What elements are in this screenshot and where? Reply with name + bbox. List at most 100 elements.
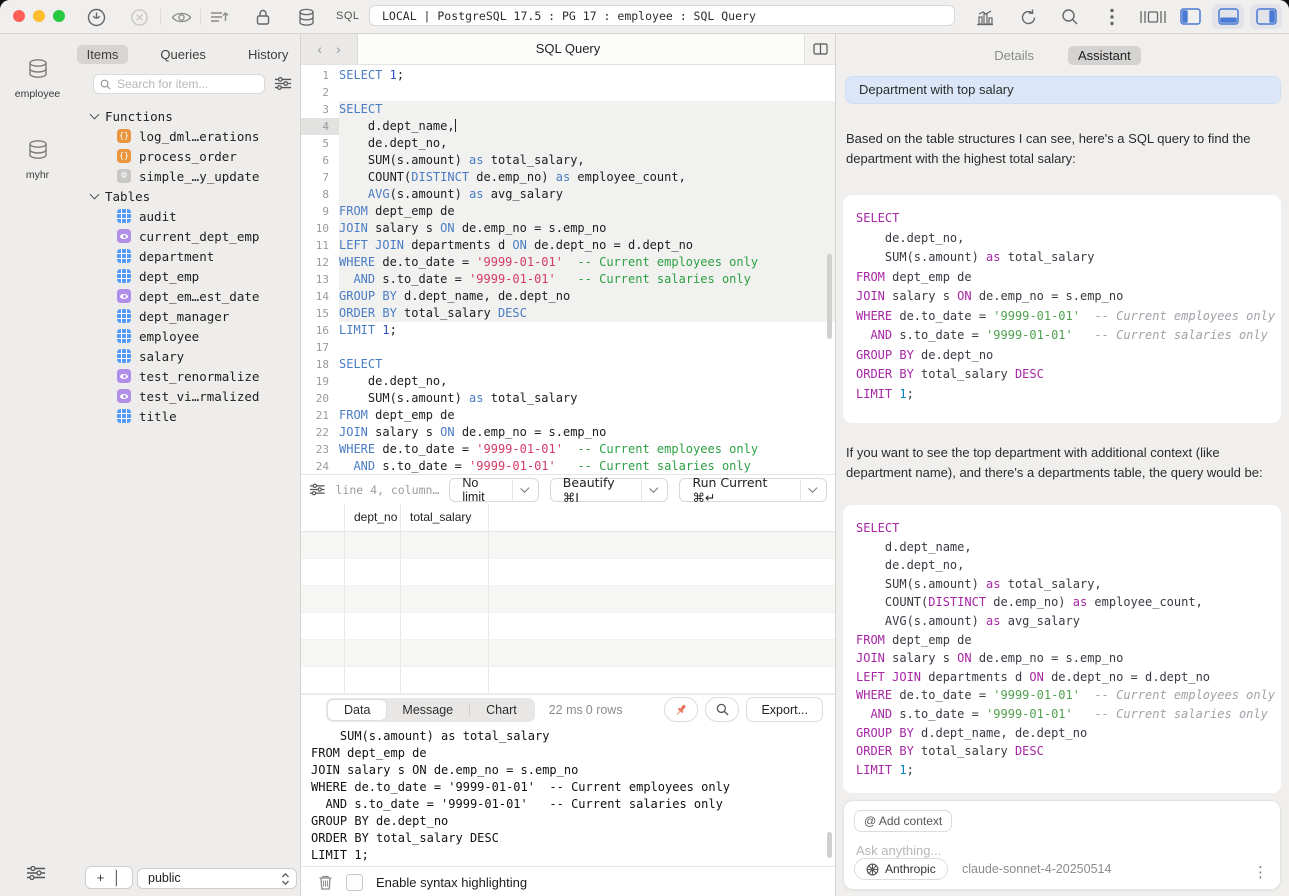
sidebar-item-employee[interactable]: employee xyxy=(75,326,300,346)
result-cell[interactable] xyxy=(489,586,835,612)
pin-result-button[interactable] xyxy=(664,697,698,722)
result-cell[interactable] xyxy=(345,640,401,666)
line-content[interactable]: WHERE de.to_date = '9999-01-01' -- Curre… xyxy=(339,254,835,271)
schema-select[interactable]: public xyxy=(137,868,297,889)
line-content[interactable]: SUM(s.amount) as total_salary, xyxy=(339,152,835,169)
sidebar-item-current_dept_emp[interactable]: current_dept_emp xyxy=(75,226,300,246)
result-cell[interactable] xyxy=(345,586,401,612)
editor-line[interactable]: 15ORDER BY total_salary DESC xyxy=(301,305,835,322)
split-editor-button[interactable] xyxy=(804,34,835,64)
trash-icon[interactable] xyxy=(318,874,333,891)
line-number[interactable]: 3 xyxy=(301,101,339,118)
editor-line[interactable]: 6 SUM(s.amount) as total_salary, xyxy=(301,152,835,169)
tab-queries[interactable]: Queries xyxy=(150,45,216,64)
line-number[interactable]: 11 xyxy=(301,237,339,254)
minimize-window-button[interactable] xyxy=(33,10,45,22)
sidebar-item-department[interactable]: department xyxy=(75,246,300,266)
editor-line[interactable]: 20 SUM(s.amount) as total_salary xyxy=(301,390,835,407)
editor-line[interactable]: 19 de.dept_no, xyxy=(301,373,835,390)
editor-line[interactable]: 1SELECT 1; xyxy=(301,67,835,84)
result-cell[interactable] xyxy=(489,532,835,558)
line-number[interactable]: 8 xyxy=(301,186,339,203)
line-content[interactable]: JOIN salary s ON de.emp_no = s.emp_no xyxy=(339,424,835,441)
line-content[interactable]: LIMIT 1; xyxy=(339,322,835,339)
assistant-code-block-1[interactable]: SELECT de.dept_no, SUM(s.amount) as tota… xyxy=(843,195,1281,423)
editor-line[interactable]: 7 COUNT(DISTINCT de.emp_no) as employee_… xyxy=(301,169,835,186)
sidebar-item-audit[interactable]: audit xyxy=(75,206,300,226)
line-number[interactable]: 1 xyxy=(301,67,339,84)
toggle-left-panel-button[interactable] xyxy=(1174,4,1206,29)
zoom-window-button[interactable] xyxy=(53,10,65,22)
column-header-total-salary[interactable]: total_salary xyxy=(401,504,489,531)
line-number[interactable]: 2 xyxy=(301,84,339,101)
provider-selector[interactable]: Anthropic xyxy=(854,858,948,880)
message-scrollbar[interactable] xyxy=(827,832,832,858)
editor-line[interactable]: 2 xyxy=(301,84,835,101)
line-content[interactable]: COUNT(DISTINCT de.emp_no) as employee_co… xyxy=(339,169,835,186)
result-cell[interactable] xyxy=(301,640,345,666)
line-content[interactable] xyxy=(339,84,835,101)
sidebar-item-log_dmlerations[interactable]: {}log_dml…erations xyxy=(75,126,300,146)
line-number[interactable]: 5 xyxy=(301,135,339,152)
line-content[interactable]: SELECT xyxy=(339,101,835,118)
search-results-button[interactable] xyxy=(705,697,739,722)
result-cell[interactable] xyxy=(401,532,489,558)
editor-line[interactable]: 9FROM dept_emp de xyxy=(301,203,835,220)
line-content[interactable]: JOIN salary s ON de.emp_no = s.emp_no xyxy=(339,220,835,237)
sidebar-filter-icon[interactable] xyxy=(274,76,292,96)
line-number[interactable]: 9 xyxy=(301,203,339,220)
editor-line[interactable]: 8 AVG(s.amount) as avg_salary xyxy=(301,186,835,203)
line-content[interactable]: FROM dept_emp de xyxy=(339,203,835,220)
line-content[interactable] xyxy=(339,339,835,356)
export-button[interactable]: Export... xyxy=(746,697,823,722)
column-header-dept-no[interactable]: dept_no xyxy=(345,504,401,531)
line-number[interactable]: 14 xyxy=(301,288,339,305)
result-row[interactable] xyxy=(301,559,835,586)
line-number[interactable]: 19 xyxy=(301,373,339,390)
line-content[interactable]: d.dept_name, xyxy=(339,118,835,135)
search-input[interactable] xyxy=(115,76,258,92)
connection-myhr[interactable]: myhr xyxy=(0,139,75,181)
line-content[interactable]: SUM(s.amount) as total_salary xyxy=(339,390,835,407)
refresh-icon[interactable] xyxy=(1016,5,1040,29)
editor-line[interactable]: 17 xyxy=(301,339,835,356)
sidebar-item-dept_emp[interactable]: dept_emp xyxy=(75,266,300,286)
editor-line[interactable]: 22JOIN salary s ON de.emp_no = s.emp_no xyxy=(301,424,835,441)
filter-settings-icon[interactable] xyxy=(26,865,46,886)
editor-line[interactable]: 24 AND s.to_date = '9999-01-01' -- Curre… xyxy=(301,458,835,474)
editor-scrollbar[interactable] xyxy=(827,254,832,339)
search-icon[interactable] xyxy=(1058,5,1082,29)
sidebar-item-test_virmalized[interactable]: test_vi…rmalized xyxy=(75,386,300,406)
editor-line[interactable]: 5 de.dept_no, xyxy=(301,135,835,152)
run-current-button[interactable]: Run Current ⌘↵ xyxy=(679,478,827,502)
sidebar-item-dept_emest_date[interactable]: dept_em…est_date xyxy=(75,286,300,306)
result-row[interactable] xyxy=(301,613,835,640)
tab-history[interactable]: History xyxy=(238,45,298,64)
line-number[interactable]: 16 xyxy=(301,322,339,339)
editor-line[interactable]: 12WHERE de.to_date = '9999-01-01' -- Cur… xyxy=(301,254,835,271)
line-number[interactable]: 13 xyxy=(301,271,339,288)
line-number[interactable]: 4 xyxy=(301,118,339,135)
tab-details[interactable]: Details xyxy=(984,46,1044,65)
database-icon[interactable] xyxy=(294,5,318,29)
add-item-plus[interactable]: + xyxy=(86,868,116,887)
line-number[interactable]: 17 xyxy=(301,339,339,356)
composer-menu-icon[interactable]: ⋮ xyxy=(1253,863,1268,881)
result-cell[interactable] xyxy=(345,613,401,639)
sql-editor[interactable]: 1SELECT 1;23SELECT4 d.dept_name,5 de.dep… xyxy=(301,64,835,474)
back-button[interactable]: ‹ xyxy=(317,41,322,57)
tab-message[interactable]: Message xyxy=(386,700,469,720)
editor-line[interactable]: 10JOIN salary s ON de.emp_no = s.emp_no xyxy=(301,220,835,237)
tree-section-tables[interactable]: Tables xyxy=(75,186,300,206)
editor-line[interactable]: 23WHERE de.to_date = '9999-01-01' -- Cur… xyxy=(301,441,835,458)
line-number[interactable]: 23 xyxy=(301,441,339,458)
conversation-title-banner[interactable]: Department with top salary xyxy=(845,76,1281,104)
tab-items[interactable]: Items xyxy=(77,45,129,64)
result-cell[interactable] xyxy=(345,532,401,558)
result-cell[interactable] xyxy=(345,559,401,585)
sidebar-item-process_order[interactable]: {}process_order xyxy=(75,146,300,166)
result-cell[interactable] xyxy=(401,613,489,639)
result-cell[interactable] xyxy=(401,640,489,666)
line-content[interactable]: SELECT xyxy=(339,356,835,373)
forward-button[interactable]: › xyxy=(336,41,341,57)
